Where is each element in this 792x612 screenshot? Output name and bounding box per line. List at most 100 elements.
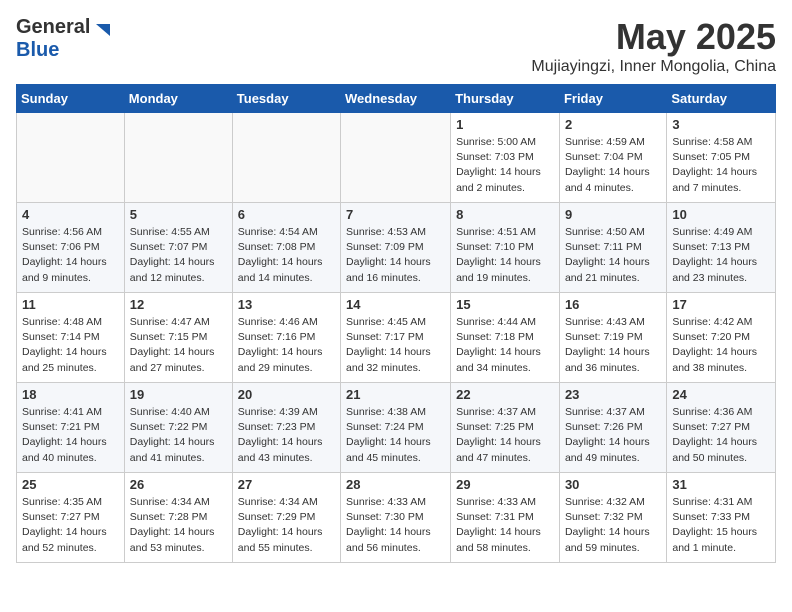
- cell-week4-day3: 21 Sunrise: 4:38 AM Sunset: 7:24 PM Dayli…: [341, 383, 451, 473]
- day-info: Sunrise: 4:45 AM Sunset: 7:17 PM Dayligh…: [346, 315, 445, 376]
- day-info: Sunrise: 4:54 AM Sunset: 7:08 PM Dayligh…: [238, 225, 335, 286]
- day-number: 16: [565, 297, 661, 312]
- cell-week5-day3: 28 Sunrise: 4:33 AM Sunset: 7:30 PM Dayli…: [341, 473, 451, 563]
- day-number: 8: [456, 207, 554, 222]
- day-number: 27: [238, 477, 335, 492]
- day-info: Sunrise: 4:55 AM Sunset: 7:07 PM Dayligh…: [130, 225, 227, 286]
- day-info: Sunrise: 4:40 AM Sunset: 7:22 PM Dayligh…: [130, 405, 227, 466]
- day-number: 2: [565, 117, 661, 132]
- cell-week5-day6: 31Sunrise: 4:31 AM Sunset: 7:33 PM Dayli…: [667, 473, 776, 563]
- day-info: Sunrise: 4:37 AM Sunset: 7:25 PM Dayligh…: [456, 405, 554, 466]
- day-info: Sunrise: 4:46 AM Sunset: 7:16 PM Dayligh…: [238, 315, 335, 376]
- cell-week2-day5: 9Sunrise: 4:50 AM Sunset: 7:11 PM Daylig…: [559, 203, 666, 293]
- cell-week2-day6: 10 Sunrise: 4:49 AM Sunset: 7:13 PM Dayli…: [667, 203, 776, 293]
- logo-general-text: General: [16, 16, 90, 39]
- day-info: Sunrise: 4:32 AM Sunset: 7:32 PM Dayligh…: [565, 495, 661, 556]
- day-info: Sunrise: 4:34 AM Sunset: 7:29 PM Dayligh…: [238, 495, 335, 556]
- day-number: 26: [130, 477, 227, 492]
- day-number: 19: [130, 387, 227, 402]
- day-info: Sunrise: 4:43 AM Sunset: 7:19 PM Dayligh…: [565, 315, 661, 376]
- day-number: 11: [22, 297, 119, 312]
- day-info: Sunrise: 4:56 AM Sunset: 7:06 PM Dayligh…: [22, 225, 119, 286]
- day-number: 4: [22, 207, 119, 222]
- day-number: 23: [565, 387, 661, 402]
- day-number: 5: [130, 207, 227, 222]
- day-number: 15: [456, 297, 554, 312]
- week-row-5: 25Sunrise: 4:35 AM Sunset: 7:27 PM Dayli…: [17, 473, 776, 563]
- day-info: Sunrise: 4:49 AM Sunset: 7:13 PM Dayligh…: [672, 225, 770, 286]
- calendar-header: General Blue May 2025 Mujiayingzi, Inner…: [16, 16, 776, 76]
- cell-week4-day1: 19 Sunrise: 4:40 AM Sunset: 7:22 PM Dayli…: [124, 383, 232, 473]
- day-number: 3: [672, 117, 770, 132]
- cell-week3-day2: 13 Sunrise: 4:46 AM Sunset: 7:16 PM Dayli…: [232, 293, 340, 383]
- day-number: 21: [346, 387, 445, 402]
- day-number: 17: [672, 297, 770, 312]
- cell-week3-day1: 12Sunrise: 4:47 AM Sunset: 7:15 PM Dayli…: [124, 293, 232, 383]
- day-number: 31: [672, 477, 770, 492]
- cell-week1-day1: [124, 113, 232, 203]
- week-row-2: 4 Sunrise: 4:56 AM Sunset: 7:06 PM Daylig…: [17, 203, 776, 293]
- cell-week4-day0: 18Sunrise: 4:41 AM Sunset: 7:21 PM Dayli…: [17, 383, 125, 473]
- calendar-subtitle: Mujiayingzi, Inner Mongolia, China: [531, 58, 776, 76]
- header-friday: Friday: [559, 85, 666, 113]
- day-info: Sunrise: 4:38 AM Sunset: 7:24 PM Dayligh…: [346, 405, 445, 466]
- day-info: Sunrise: 4:51 AM Sunset: 7:10 PM Dayligh…: [456, 225, 554, 286]
- cell-week1-day5: 2 Sunrise: 4:59 AM Sunset: 7:04 PM Daylig…: [559, 113, 666, 203]
- logo: General Blue: [16, 16, 110, 62]
- cell-week5-day2: 27 Sunrise: 4:34 AM Sunset: 7:29 PM Dayli…: [232, 473, 340, 563]
- header-sunday: Sunday: [17, 85, 125, 113]
- header-saturday: Saturday: [667, 85, 776, 113]
- cell-week5-day4: 29 Sunrise: 4:33 AM Sunset: 7:31 PM Dayli…: [451, 473, 560, 563]
- day-number: 29: [456, 477, 554, 492]
- header-wednesday: Wednesday: [341, 85, 451, 113]
- day-info: Sunrise: 4:59 AM Sunset: 7:04 PM Dayligh…: [565, 135, 661, 196]
- cell-week4-day2: 20 Sunrise: 4:39 AM Sunset: 7:23 PM Dayli…: [232, 383, 340, 473]
- weekday-header-row: Sunday Monday Tuesday Wednesday Thursday…: [17, 85, 776, 113]
- cell-week5-day5: 30Sunrise: 4:32 AM Sunset: 7:32 PM Dayli…: [559, 473, 666, 563]
- cell-week3-day3: 14 Sunrise: 4:45 AM Sunset: 7:17 PM Dayli…: [341, 293, 451, 383]
- cell-week2-day3: 7Sunrise: 4:53 AM Sunset: 7:09 PM Daylig…: [341, 203, 451, 293]
- logo-triangle-icon: [92, 20, 110, 38]
- day-info: Sunrise: 4:58 AM Sunset: 7:05 PM Dayligh…: [672, 135, 770, 196]
- cell-week5-day1: 26 Sunrise: 4:34 AM Sunset: 7:28 PM Dayli…: [124, 473, 232, 563]
- day-number: 24: [672, 387, 770, 402]
- day-number: 20: [238, 387, 335, 402]
- calendar-table: Sunday Monday Tuesday Wednesday Thursday…: [16, 84, 776, 563]
- day-number: 14: [346, 297, 445, 312]
- day-number: 28: [346, 477, 445, 492]
- week-row-4: 18Sunrise: 4:41 AM Sunset: 7:21 PM Dayli…: [17, 383, 776, 473]
- day-info: Sunrise: 4:39 AM Sunset: 7:23 PM Dayligh…: [238, 405, 335, 466]
- day-number: 10: [672, 207, 770, 222]
- cell-week4-day5: 23 Sunrise: 4:37 AM Sunset: 7:26 PM Dayli…: [559, 383, 666, 473]
- cell-week1-day4: 1Sunrise: 5:00 AM Sunset: 7:03 PM Daylig…: [451, 113, 560, 203]
- day-number: 22: [456, 387, 554, 402]
- cell-week2-day0: 4 Sunrise: 4:56 AM Sunset: 7:06 PM Daylig…: [17, 203, 125, 293]
- header-thursday: Thursday: [451, 85, 560, 113]
- title-area: May 2025 Mujiayingzi, Inner Mongolia, Ch…: [531, 16, 776, 76]
- day-info: Sunrise: 4:44 AM Sunset: 7:18 PM Dayligh…: [456, 315, 554, 376]
- day-number: 6: [238, 207, 335, 222]
- day-number: 12: [130, 297, 227, 312]
- header-tuesday: Tuesday: [232, 85, 340, 113]
- week-row-3: 11 Sunrise: 4:48 AM Sunset: 7:14 PM Dayli…: [17, 293, 776, 383]
- header-monday: Monday: [124, 85, 232, 113]
- day-info: Sunrise: 4:33 AM Sunset: 7:30 PM Dayligh…: [346, 495, 445, 556]
- cell-week5-day0: 25Sunrise: 4:35 AM Sunset: 7:27 PM Dayli…: [17, 473, 125, 563]
- cell-week3-day4: 15 Sunrise: 4:44 AM Sunset: 7:18 PM Dayli…: [451, 293, 560, 383]
- cell-week4-day4: 22 Sunrise: 4:37 AM Sunset: 7:25 PM Dayli…: [451, 383, 560, 473]
- cell-week1-day2: [232, 113, 340, 203]
- day-info: Sunrise: 4:37 AM Sunset: 7:26 PM Dayligh…: [565, 405, 661, 466]
- cell-week2-day2: 6 Sunrise: 4:54 AM Sunset: 7:08 PM Daylig…: [232, 203, 340, 293]
- logo-blue-text: Blue: [16, 39, 59, 61]
- cell-week3-day5: 16 Sunrise: 4:43 AM Sunset: 7:19 PM Dayli…: [559, 293, 666, 383]
- day-number: 9: [565, 207, 661, 222]
- day-info: Sunrise: 4:41 AM Sunset: 7:21 PM Dayligh…: [22, 405, 119, 466]
- day-info: Sunrise: 4:48 AM Sunset: 7:14 PM Dayligh…: [22, 315, 119, 376]
- cell-week2-day1: 5 Sunrise: 4:55 AM Sunset: 7:07 PM Daylig…: [124, 203, 232, 293]
- day-info: Sunrise: 4:34 AM Sunset: 7:28 PM Dayligh…: [130, 495, 227, 556]
- day-number: 1: [456, 117, 554, 132]
- cell-week1-day0: [17, 113, 125, 203]
- day-number: 13: [238, 297, 335, 312]
- day-info: Sunrise: 4:33 AM Sunset: 7:31 PM Dayligh…: [456, 495, 554, 556]
- day-info: Sunrise: 4:42 AM Sunset: 7:20 PM Dayligh…: [672, 315, 770, 376]
